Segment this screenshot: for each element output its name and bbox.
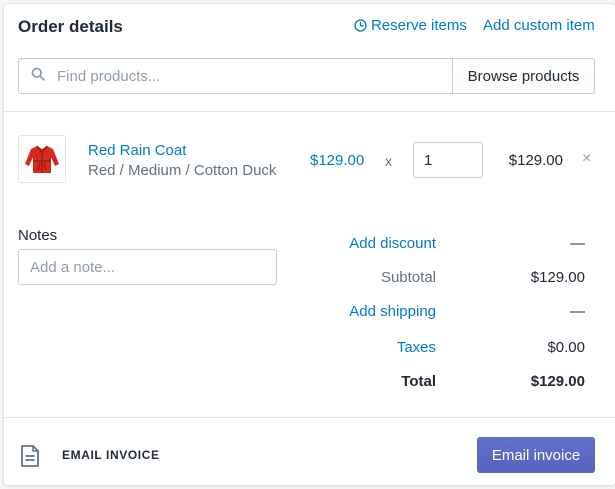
add-custom-item-link[interactable]: Add custom item	[483, 17, 595, 34]
unit-price[interactable]: $129.00	[310, 152, 364, 169]
document-icon	[20, 444, 40, 473]
rain-coat-image	[25, 145, 59, 173]
email-invoice-heading: EMAIL INVOICE	[62, 448, 160, 462]
footer-divider	[4, 417, 615, 418]
section-divider	[4, 111, 615, 112]
subtotal-value: $129.00	[530, 269, 585, 286]
add-discount-link[interactable]: Add discount	[304, 235, 436, 252]
clock-icon	[354, 19, 367, 32]
multiply-sign: x	[385, 153, 392, 169]
search-input[interactable]	[55, 66, 452, 86]
total-value: $129.00	[530, 373, 585, 390]
taxes-link[interactable]: Taxes	[304, 339, 436, 356]
reserve-items-label: Reserve items	[371, 17, 467, 34]
search-field	[19, 59, 452, 93]
product-search: Browse products	[18, 58, 595, 94]
subtotal-label: Subtotal	[380, 269, 436, 286]
browse-products-button[interactable]: Browse products	[452, 59, 594, 93]
page-title: Order details	[18, 17, 123, 36]
notes-input[interactable]	[18, 249, 277, 285]
discount-value: —	[570, 235, 585, 252]
shipping-value: —	[570, 303, 585, 320]
close-icon[interactable]: ×	[582, 150, 591, 168]
reserve-items-link[interactable]: Reserve items	[354, 17, 467, 34]
product-variant: Red / Medium / Cotton Duck	[88, 162, 277, 179]
order-details-card: Order details Reserve items Add custom i…	[4, 4, 615, 485]
add-shipping-link[interactable]: Add shipping	[304, 303, 436, 320]
email-invoice-button[interactable]: Email invoice	[477, 437, 595, 473]
line-total: $129.00	[508, 152, 563, 169]
product-thumbnail[interactable]	[18, 135, 66, 183]
search-icon	[31, 67, 45, 86]
quantity-input[interactable]	[413, 142, 483, 178]
taxes-value: $0.00	[547, 339, 585, 356]
total-label: Total	[401, 373, 436, 390]
product-name-link[interactable]: Red Rain Coat	[88, 142, 186, 159]
notes-label: Notes	[18, 227, 58, 244]
